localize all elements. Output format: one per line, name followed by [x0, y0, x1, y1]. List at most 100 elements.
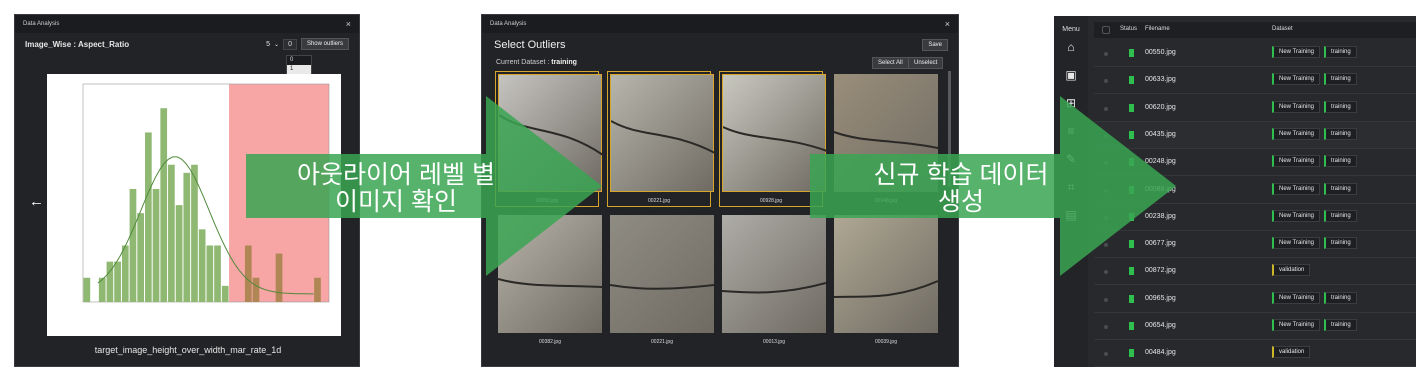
thumbnail-caption: 00039.jpg [875, 339, 897, 345]
dataset-tag[interactable]: training [1324, 209, 1357, 222]
image-thumbnail[interactable]: 00221.jpg [607, 71, 716, 207]
dataset-tag[interactable]: New Training [1272, 237, 1321, 250]
outlier-level-select[interactable]: 5 [266, 41, 270, 48]
histogram-bar [175, 205, 183, 302]
dataset-tag[interactable]: validation [1272, 264, 1311, 277]
dataset-tag[interactable]: training [1324, 237, 1357, 250]
dataset-tag[interactable]: New Training [1272, 73, 1321, 86]
thumbnail-caption: 00013.jpg [763, 339, 785, 345]
home-icon[interactable]: ⌂ [1054, 33, 1088, 61]
unselect-button[interactable]: Unselect [908, 57, 944, 69]
window-title: Data Analysis [490, 21, 527, 27]
table-row[interactable]: 00965.jpg New Training training [1094, 286, 1416, 313]
filename-header: Filename [1145, 26, 1170, 32]
thumbnail-caption: 00382.jpg [539, 339, 561, 345]
filename: 00654.jpg [1145, 322, 1176, 329]
outlier-sub-select[interactable]: 0 [283, 38, 297, 50]
histogram-bar [191, 164, 198, 302]
row-checkbox[interactable] [1104, 79, 1108, 84]
dataset-tag[interactable]: New Training [1272, 209, 1321, 222]
histogram-bar [198, 229, 206, 302]
filename: 00965.jpg [1145, 294, 1176, 302]
dataset-tag[interactable]: training [1324, 73, 1357, 86]
status-header: Status [1120, 26, 1138, 32]
histogram-bar [314, 277, 321, 302]
histogram-bar [121, 245, 129, 302]
filename: 00550.jpg [1145, 49, 1176, 56]
dataset-tag[interactable]: New Training [1272, 182, 1321, 195]
histogram-bar [137, 213, 144, 302]
histogram-bar [152, 188, 160, 302]
gallery-icon[interactable]: ▣ [1054, 61, 1088, 89]
histogram-bar [214, 245, 221, 302]
thumbnail-caption: 00928.jpg [760, 198, 782, 204]
histogram-bar [114, 261, 121, 302]
window-titlebar: Data Analysis × [15, 15, 359, 33]
histogram-bar [160, 108, 168, 302]
select-all-checkbox[interactable] [1102, 26, 1110, 34]
histogram-bar [83, 277, 91, 302]
bookmark-icon [1129, 76, 1134, 85]
bookmark-icon [1129, 322, 1134, 330]
histogram-bar [183, 172, 191, 302]
dataset-tag[interactable]: training [1324, 100, 1357, 113]
crack-image [609, 215, 715, 333]
crack-image [610, 74, 716, 192]
bookmark-icon [1129, 49, 1134, 57]
dataset-tag[interactable]: New Training [1272, 155, 1321, 168]
close-icon[interactable]: × [346, 19, 351, 29]
table-row[interactable]: 00633.jpg New Training training [1094, 67, 1416, 95]
row-checkbox[interactable] [1104, 352, 1108, 357]
histogram-bar [145, 132, 152, 302]
table-row[interactable]: 00484.jpg validation [1094, 340, 1416, 368]
save-button[interactable]: Save [922, 39, 948, 51]
arrow-2-line-2: 생성 [937, 188, 984, 216]
bookmark-icon [1129, 349, 1134, 358]
filename: 00484.jpg [1145, 349, 1176, 357]
histogram-bar [206, 245, 214, 302]
image-thumbnail[interactable]: 00928.jpg [719, 71, 828, 207]
arrow-2-line-1: 신규 학습 데이터 [873, 161, 1049, 189]
row-checkbox[interactable] [1104, 52, 1108, 56]
table-header: Status Filename Dataset [1094, 22, 1416, 38]
dropdown-option[interactable]: 0 [287, 56, 311, 65]
chart-caption: target_image_height_over_width_mar_rate_… [94, 345, 282, 355]
arrow-left-icon[interactable]: ← [29, 193, 44, 210]
dataset-tag[interactable]: training [1324, 127, 1357, 140]
image-thumbnail[interactable]: 00221.jpg [609, 215, 715, 345]
filename: 00633.jpg [1145, 76, 1176, 84]
histogram-bar [252, 277, 260, 302]
table-row[interactable]: 00550.jpg New Training training [1094, 40, 1416, 67]
arrow-1-line-2: 이미지 확인 [335, 188, 457, 216]
page-title: Select Outliers [494, 39, 566, 51]
dataset-tag[interactable]: training [1324, 319, 1357, 331]
table-row[interactable]: 00654.jpg New Training training [1094, 313, 1416, 340]
dataset-tag[interactable]: validation [1272, 346, 1311, 359]
arrow-1-line-1: 아웃라이어 레벨 별 [297, 161, 495, 189]
chevron-down-icon[interactable]: ⌄ [274, 41, 279, 48]
dataset-tag[interactable]: New Training [1272, 46, 1321, 58]
analysis-heading: Image_Wise : Aspect_Ratio [25, 39, 130, 49]
arrow-1-text: 아웃라이어 레벨 별 이미지 확인 [246, 162, 546, 216]
dataset-tag[interactable]: New Training [1272, 100, 1321, 113]
dataset-tag[interactable]: New Training [1272, 319, 1321, 331]
histogram-bar [221, 285, 229, 302]
select-all-button[interactable]: Select All [872, 57, 909, 69]
dataset-value: training [551, 59, 577, 66]
dataset-tag[interactable]: training [1324, 291, 1357, 304]
dataset-tag[interactable]: New Training [1272, 127, 1321, 140]
dataset-tag[interactable]: New Training [1272, 291, 1321, 304]
analysis-header: Image_Wise : Aspect_Ratio 5 ⌄ 0 Show out… [15, 33, 359, 55]
row-checkbox[interactable] [1104, 297, 1108, 302]
dropdown-option[interactable]: 1 [287, 65, 311, 74]
close-icon[interactable]: × [945, 19, 950, 29]
menu-label: Menu [1062, 26, 1080, 33]
thumbnail-caption: 00221.jpg [648, 198, 670, 204]
dataset-tag[interactable]: training [1324, 155, 1357, 168]
window-titlebar: Data Analysis × [482, 15, 958, 33]
histogram-bar [129, 188, 137, 302]
show-outliers-button[interactable]: Show outliers [300, 38, 349, 50]
dataset-tag[interactable]: training [1324, 182, 1357, 195]
row-checkbox[interactable] [1104, 325, 1108, 329]
dataset-tag[interactable]: training [1324, 46, 1357, 58]
